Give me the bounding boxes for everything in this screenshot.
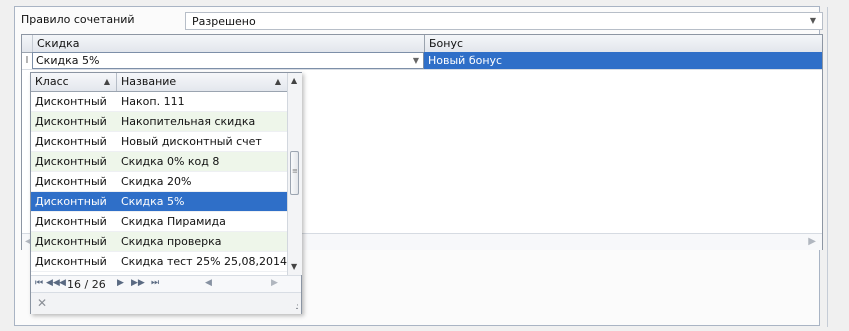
combination-rule-value: Разрешено [192,15,256,28]
discount-lookup-popup: Класс ▲ Название ▲ Дисконтный Накоп. 111… [30,72,302,314]
close-icon[interactable]: ✕ [37,296,47,310]
sort-ascending-icon: ▲ [103,77,110,86]
list-item[interactable]: Дисконтный Накопительная скидка [31,112,287,132]
resize-grip-icon[interactable]: .: [295,302,299,312]
panel-divider [827,7,828,327]
lookup-column-name[interactable]: Название ▲ [117,73,287,91]
list-item-name: Скидка тест 25% 25,08,2014 [121,255,287,268]
lookup-column-class[interactable]: Класс ▲ [31,73,117,91]
list-item[interactable]: Дисконтный Скидка 0% код 8 [31,152,287,172]
list-item[interactable]: Дисконтный Скидка Пирамида [31,212,287,232]
grid-header: Скидка Бонус [22,35,822,53]
list-item-class: Дисконтный [35,95,107,108]
lookup-column-name-label: Название [121,75,177,88]
list-item-class: Дисконтный [35,155,107,168]
lookup-header: Класс ▲ Название ▲ [31,73,287,92]
list-item-name: Скидка проверка [121,235,222,248]
list-item-class: Дисконтный [35,215,107,228]
list-item-class: Дисконтный [35,235,107,248]
list-item-name: Скидка Пирамида [121,215,226,228]
edit-cursor-icon: I [25,55,29,66]
chevron-down-icon[interactable]: ▼ [413,56,419,65]
list-item-class: Дисконтный [35,195,107,208]
list-item-name: Скидка 0% код 8 [121,155,220,168]
record-counter: 16 / 26 [67,278,106,291]
column-header-bonus[interactable]: Бонус [424,35,822,52]
scroll-thumb[interactable]: ≡ [290,151,299,195]
bonus-cell[interactable]: Новый бонус [424,52,822,69]
sort-ascending-icon: ▲ [274,77,281,86]
table-row[interactable]: I Скидка 5% ▼ Новый бонус [22,52,822,70]
last-record-icon[interactable]: ⏭ [151,278,159,288]
list-item[interactable]: Дисконтный Скидка проверка [31,232,287,252]
list-item-name: Накопительная скидка [121,115,256,128]
combination-rule-select[interactable]: Разрешено ▼ [185,12,823,30]
prev-page-icon[interactable]: ◀◀ [46,278,60,288]
prev-record-icon[interactable]: ◀ [59,278,66,288]
list-item-class: Дисконтный [35,255,107,268]
list-item[interactable]: Дисконтный Скидка 20% [31,172,287,192]
list-item[interactable]: Дисконтный Накоп. 111 [31,92,287,112]
scroll-up-icon[interactable]: ▲ [291,76,297,85]
scroll-right-icon[interactable]: ▶ [808,236,816,247]
next-record-icon[interactable]: ▶ [117,278,124,288]
discount-cell-editor[interactable]: Скидка 5% ▼ [32,52,424,69]
chevron-down-icon[interactable]: ▼ [808,16,818,26]
lookup-vertical-scrollbar[interactable]: ▲ ≡ ▼ [287,73,302,275]
popup-footer: ✕ .: [31,292,301,314]
list-item[interactable]: Дисконтный Скидка тест 25% 25,08,2014 [31,252,287,272]
combination-rule-label: Правило сочетаний [21,13,135,26]
list-item-name: Новый дисконтный счет [121,135,262,148]
scroll-left-icon[interactable]: ◀ [205,278,212,288]
list-item-selected[interactable]: Дисконтный Скидка 5% [31,192,287,212]
column-header-discount[interactable]: Скидка [32,35,424,52]
list-item-class: Дисконтный [35,175,107,188]
next-page-icon[interactable]: ▶▶ [131,278,145,288]
scroll-right-icon[interactable]: ▶ [271,278,278,288]
first-record-icon[interactable]: ⏮ [35,278,43,288]
lookup-column-class-label: Класс [35,75,69,88]
list-item[interactable]: Дисконтный Новый дисконтный счет [31,132,287,152]
list-item-name: Накоп. 111 [121,95,185,108]
discount-cell-value: Скидка 5% [36,54,100,67]
grip-icon: ≡ [292,167,298,175]
record-navigator: ⏮ ◀◀ ◀ 16 / 26 ▶ ▶▶ ⏭ ◀ ▶ [31,275,301,292]
list-item-name: Скидка 20% [121,175,192,188]
list-item-name: Скидка 5% [121,195,185,208]
list-item-class: Дисконтный [35,135,107,148]
list-item-class: Дисконтный [35,115,107,128]
lookup-list: Дисконтный Накоп. 111 Дисконтный Накопит… [31,92,287,272]
scroll-down-icon[interactable]: ▼ [291,262,297,271]
